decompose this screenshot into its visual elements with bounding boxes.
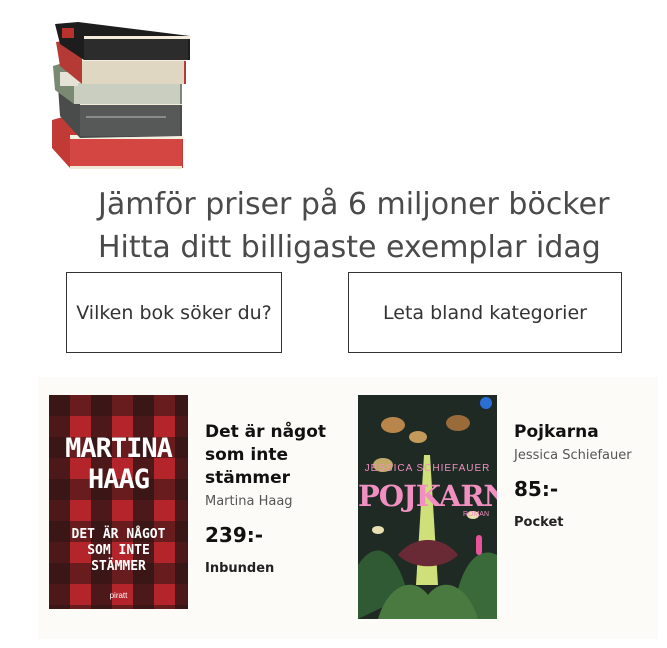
book-info: Det är något som inte stämmer Martina Ha…: [205, 421, 335, 576]
cover-title-text: DET ÄR NÅGOT SOM INTE STÄMMER: [71, 527, 166, 574]
featured-books-section: MARTINA HAAG DET ÄR NÅGOT SOM INTE STÄMM…: [38, 377, 658, 639]
cover-publisher-text: piratt: [109, 591, 128, 600]
cover-title-text: POJKARNA: [358, 479, 497, 513]
headline-line-2: Hitta ditt billigaste exemplar idag: [98, 230, 601, 265]
book-title[interactable]: Det är något som inte stämmer: [205, 421, 335, 490]
search-book-button[interactable]: Vilken bok söker du?: [66, 272, 282, 353]
book-author[interactable]: Martina Haag: [205, 494, 335, 509]
plaid-cover-art: [49, 395, 188, 609]
book-author[interactable]: Jessica Schiefauer: [514, 448, 654, 463]
book-format: Pocket: [514, 515, 564, 530]
book-price: 85:-: [514, 477, 559, 501]
book-title[interactable]: Pojkarna: [514, 421, 654, 444]
browse-categories-button[interactable]: Leta bland kategorier: [348, 272, 622, 353]
hero-books-image: [0, 0, 196, 180]
book-cover-image[interactable]: MARTINA HAAG DET ÄR NÅGOT SOM INTE STÄMM…: [49, 395, 188, 609]
book-price: 239:-: [205, 523, 264, 547]
cover-genre-text: ROMAN: [462, 511, 489, 518]
book-stack-illustration: [52, 22, 190, 169]
cover-author-text: JESSICA SCHIEFAUER: [364, 463, 491, 474]
book-cover-image[interactable]: JESSICA SCHIEFAUER POJKARNA ROMAN: [358, 395, 497, 619]
headline-line-1: Jämför priser på 6 miljoner böcker: [98, 187, 610, 222]
cover-author-text: MARTINA HAAG: [65, 433, 173, 495]
book-format: Inbunden: [205, 561, 275, 576]
book-info: Pojkarna Jessica Schiefauer 85:- Pocket: [514, 421, 654, 530]
